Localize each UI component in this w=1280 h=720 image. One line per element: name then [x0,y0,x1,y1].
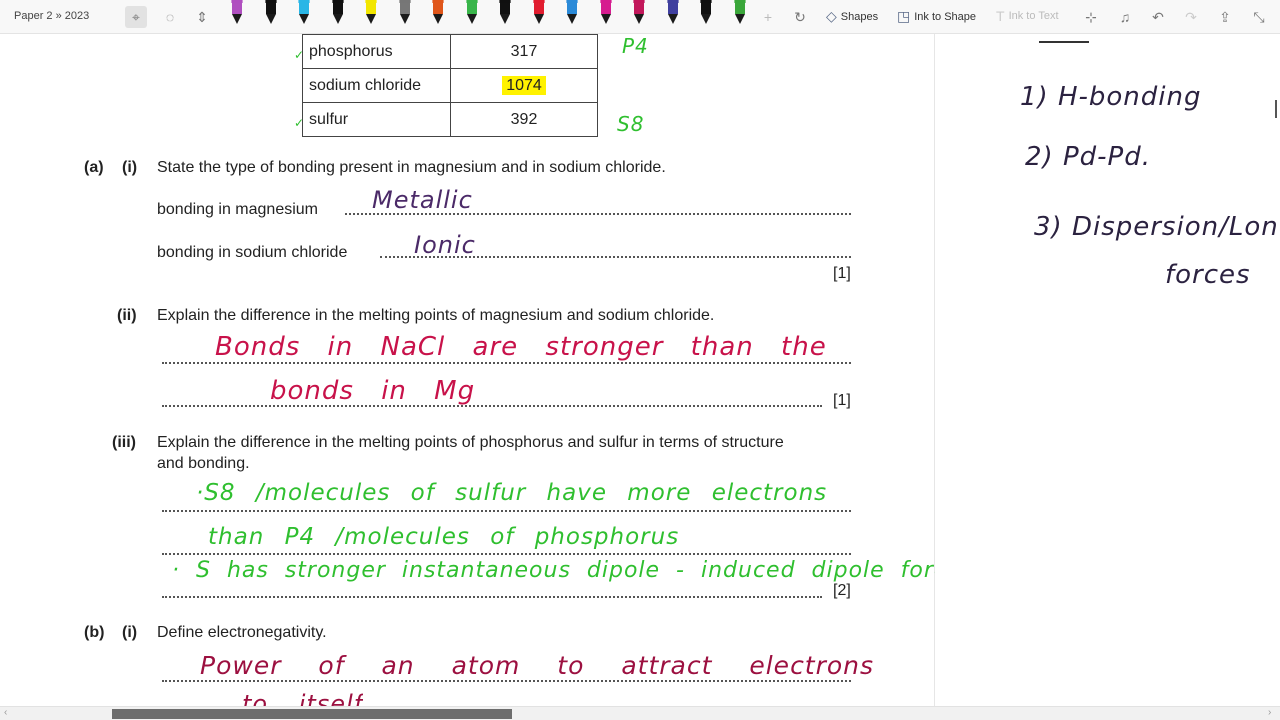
marks-indicator: [1] [833,265,851,282]
part-iii-label: (iii) [112,434,136,451]
side-note-1: 1) H-bonding [1020,82,1202,112]
pen-tool-icon[interactable] [496,0,514,30]
lasso-select-icon[interactable]: ⌖ [125,6,147,28]
table-cell: phosphorus [302,34,451,69]
ink-math-icon[interactable]: ⊹ [1080,6,1102,28]
panel-scroll-indicator [1275,100,1277,118]
table-row: phosphorus 317 [302,34,598,69]
pen-tool-icon[interactable] [630,0,648,30]
side-note-2: 2) Pd-Pd. [1025,142,1151,172]
ink-toolbar: Paper 2 » 2023 ⌖ ◌ ⇕ + ↻ ◇ Shapes ◳ Ink to… [0,0,1280,34]
answer-line [162,596,822,598]
ink-to-shape-label: Ink to Shape [914,10,977,23]
table-cell: 317 [450,34,598,69]
highlighted-value: 1074 [502,75,546,95]
answer-line [162,362,851,364]
marks-indicator: [2] [833,582,851,599]
question-a-iii-prompt-line2: and bonding. [157,455,250,472]
table-cell: sulfur [302,102,451,137]
handwritten-answer-iii-line2: than P4 /molecules of phosphorus [208,524,680,550]
pen-tool-icon[interactable] [295,0,313,30]
handwritten-answer-b-i-line2: to itself [242,690,364,706]
table-row: sodium chloride 1074 [302,68,598,103]
pen-tool-icon[interactable] [396,0,414,30]
pen-tool-icon[interactable] [530,0,548,30]
shapes-label: Shapes [840,10,879,23]
pen-tool-icon[interactable] [362,0,380,30]
question-b-i-prompt: Define electronegativity. [157,624,327,641]
shapes-button[interactable]: ◇ Shapes [826,8,878,25]
check-mark-icon: ✓ [294,116,305,130]
part-ii-label: (ii) [117,307,137,324]
pen-tool-icon[interactable] [329,0,347,30]
document-title: Paper 2 » 2023 [14,10,90,22]
table-cell: 392 [450,102,598,137]
table-row: sulfur 392 [302,102,598,137]
ink-to-text-button[interactable]: T Ink to Text [996,8,1059,24]
question-a-ii-prompt: Explain the difference in the melting po… [157,307,715,324]
notification-bell-icon[interactable]: ♫ [1114,6,1136,28]
side-notes-panel [935,34,1280,706]
horizontal-scrollbar[interactable]: ‹ › [0,706,1280,720]
handwritten-answer-nacl: Ionic [414,231,476,259]
ink-replay-icon[interactable]: ↻ [789,6,811,28]
table-cell: sodium chloride [302,68,451,103]
handwritten-answer-ii-line1: Bonds in NaCl are stronger than the [215,332,827,362]
shapes-icon: ◇ [826,8,837,24]
answer-line [162,405,822,407]
share-icon[interactable]: ⇪ [1214,6,1236,28]
ink-to-shape-button[interactable]: ◳ Ink to Shape [897,8,976,25]
answer-line [162,680,851,682]
undo-icon[interactable]: ↶ [1147,6,1169,28]
underline-stroke [1039,41,1089,43]
handwritten-note-s8: S8 [617,112,645,136]
side-note-3-cont: forces [1165,260,1251,290]
redo-icon[interactable]: ↷ [1180,6,1202,28]
handwritten-answer-ii-line2: bonds in Mg [270,376,476,406]
add-pen-icon[interactable]: + [757,6,779,28]
question-a-iii-prompt-line1: Explain the difference in the melting po… [157,434,784,451]
part-i-label: (i) [122,624,138,641]
table-cell-highlighted: 1074 [450,68,598,103]
check-mark-icon: ✓ [294,48,305,62]
ink-to-shape-icon: ◳ [897,8,911,24]
melting-point-table: phosphorus 317 sodium chloride 1074 sulf… [302,34,598,137]
pen-tool-icon[interactable] [463,0,481,30]
pen-tool-icon[interactable] [697,0,715,30]
ink-to-text-label: Ink to Text [1008,10,1059,22]
handwritten-note-p4: P4 [622,34,649,58]
part-b-label: (b) [84,624,105,641]
mg-bonding-label: bonding in magnesium [157,201,318,218]
handwritten-answer-iii-line1: ·S8 /molecules of sulfur have more elect… [196,480,828,506]
side-note-3: 3) Dispersion/London [1034,212,1280,242]
handwritten-answer-b-i-line1: Power of an atom to attract electrons [200,651,875,680]
part-a-label: (a) [84,159,104,176]
add-space-icon[interactable]: ⇕ [191,6,213,28]
nacl-bonding-label: bonding in sodium chloride [157,244,348,261]
exit-fullscreen-icon[interactable]: ⤡ [1248,6,1270,28]
marks-indicator: [1] [833,392,851,409]
pen-tool-icon[interactable] [262,0,280,30]
question-a-i-prompt: State the type of bonding present in mag… [157,159,666,176]
pen-tool-icon[interactable] [429,0,447,30]
scroll-left-icon[interactable]: ‹ [4,707,7,718]
handwritten-answer-mg: Metallic [372,186,473,214]
pen-tool-icon[interactable] [664,0,682,30]
lasso-icon[interactable]: ◌ [159,6,181,28]
pen-tool-icon[interactable] [563,0,581,30]
ink-to-text-icon: T [996,8,1005,24]
pen-tool-icon[interactable] [597,0,615,30]
scrollbar-thumb[interactable] [112,709,512,719]
answer-line [162,510,851,512]
answer-line [162,553,851,555]
pen-tool-icon[interactable] [731,0,749,30]
pen-tool-icon[interactable] [228,0,246,30]
scroll-right-icon[interactable]: › [1268,707,1271,718]
part-i-label: (i) [122,159,138,176]
